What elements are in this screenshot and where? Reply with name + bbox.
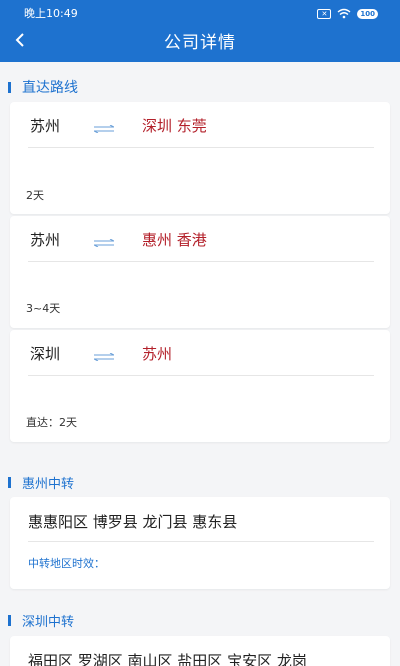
transfer-timing-label: 中转地区时效： (28, 557, 105, 570)
route-card[interactable]: 深圳 苏州 直达：2天 (10, 330, 390, 442)
app-header: 晚上10:49 ✕ 100 公司详情 (0, 0, 400, 62)
transfer-areas: 惠惠阳区 博罗县 龙门县 惠东县 (28, 513, 238, 531)
section-title-shenzhen: 深圳中转 (22, 615, 75, 630)
route-row: 深圳 苏州 (28, 330, 374, 376)
page-title: 公司详情 (164, 33, 236, 53)
transfer-areas: 福田区 罗湖区 南山区 盐田区 宝安区 龙岗 (28, 652, 307, 666)
section-marker (8, 615, 11, 626)
section-title-huizhou: 惠州中转 (22, 477, 75, 492)
status-time: 晚上10:49 (24, 7, 78, 20)
section-marker (8, 477, 11, 488)
route-origin: 深圳 (30, 345, 61, 363)
section-marker (8, 81, 11, 93)
route-row: 苏州 惠州 香港 (28, 216, 374, 262)
battery-icon: 100 (357, 8, 378, 19)
divider (28, 541, 374, 542)
route-card[interactable]: 苏州 深圳 东莞 2天 (10, 102, 390, 214)
section-direct-header: 直达路线 (8, 77, 78, 97)
transfer-card-shenzhen: 福田区 罗湖区 南山区 盐田区 宝安区 龙岗 (10, 636, 390, 666)
exchange-arrows-icon (93, 346, 115, 365)
sim-icon: ✕ (317, 8, 332, 19)
route-destination: 苏州 (142, 345, 173, 363)
status-icons: ✕ 100 (317, 4, 378, 23)
route-destination: 深圳 东莞 (142, 117, 207, 135)
section-title-direct: 直达路线 (22, 80, 78, 96)
route-origin: 苏州 (30, 231, 61, 249)
route-destination: 惠州 香港 (142, 231, 207, 249)
route-card[interactable]: 苏州 惠州 香港 3~4天 (10, 216, 390, 328)
route-duration: 2天 (26, 189, 44, 202)
section-shenzhen-header: 深圳中转 (8, 611, 74, 630)
transfer-card-huizhou: 惠惠阳区 博罗县 龙门县 惠东县 中转地区时效： (10, 497, 390, 589)
exchange-arrows-icon (93, 118, 115, 137)
route-origin: 苏州 (30, 117, 61, 135)
wifi-icon (337, 4, 351, 23)
route-duration: 直达：2天 (26, 416, 77, 429)
route-duration: 3~4天 (26, 302, 61, 315)
exchange-arrows-icon (93, 232, 115, 251)
section-huizhou-header: 惠州中转 (8, 473, 74, 492)
route-row: 苏州 深圳 东莞 (28, 102, 374, 148)
